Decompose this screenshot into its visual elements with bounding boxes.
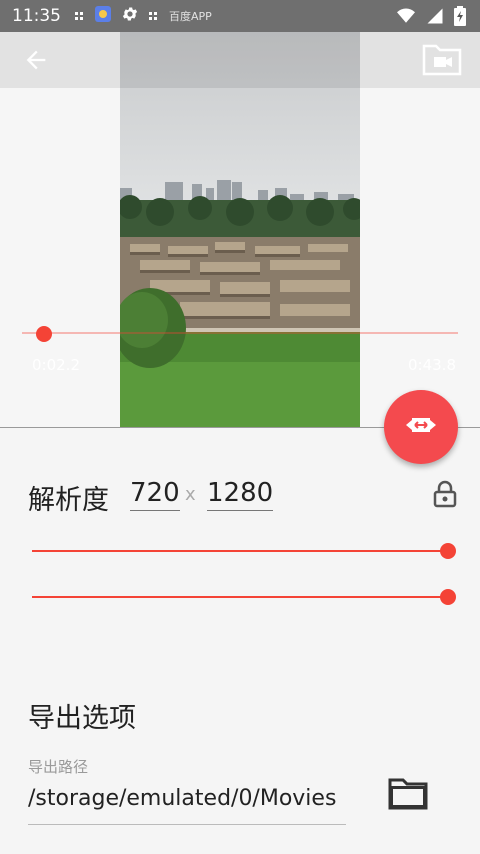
timeline-track[interactable]	[22, 332, 458, 334]
resolution-label: 解析度	[28, 485, 109, 516]
notification-dots-icon	[149, 7, 159, 26]
settings-icon	[121, 5, 139, 27]
resolution-slider[interactable]	[32, 542, 456, 560]
battery-charging-icon	[454, 6, 466, 30]
trim-video-button[interactable]	[384, 390, 458, 464]
status-bar: 11:35 百度APP	[0, 0, 480, 32]
export-options-title: 导出选项	[28, 703, 136, 734]
bitrate-slider[interactable]	[32, 588, 456, 606]
height-input[interactable]: 1280	[207, 478, 274, 511]
resolution-row: 解析度 720 x 1280	[28, 470, 468, 516]
export-path-input[interactable]: /storage/emulated/0/Movies	[28, 786, 336, 811]
slider-track[interactable]	[32, 596, 448, 598]
video-folder-icon[interactable]	[422, 42, 462, 80]
start-time: 0:02.2	[32, 356, 80, 374]
folder-icon[interactable]	[388, 776, 428, 816]
signal-icon	[426, 7, 444, 29]
width-input[interactable]: 720	[130, 478, 180, 511]
export-path-label: 导出路径	[28, 758, 89, 776]
slider-track[interactable]	[32, 550, 448, 552]
timeline-thumb[interactable]	[36, 326, 52, 342]
back-arrow-icon[interactable]	[22, 46, 50, 78]
slider-thumb[interactable]	[440, 589, 456, 605]
lock-icon[interactable]	[433, 480, 457, 512]
wifi-icon	[396, 7, 416, 29]
status-time: 11:35	[12, 6, 61, 26]
notification-dots-icon	[75, 7, 85, 26]
end-time: 0:43.8	[408, 356, 456, 374]
top-toolbar	[0, 32, 480, 88]
timeline-scrubber[interactable]	[22, 326, 458, 342]
path-underline	[28, 824, 346, 825]
notification-text: 百度APP	[169, 10, 212, 23]
baidu-app-icon	[95, 6, 111, 26]
dimension-separator: x	[185, 484, 196, 505]
video-frame[interactable]	[120, 32, 360, 427]
slider-thumb[interactable]	[440, 543, 456, 559]
video-trim-icon	[406, 414, 436, 440]
